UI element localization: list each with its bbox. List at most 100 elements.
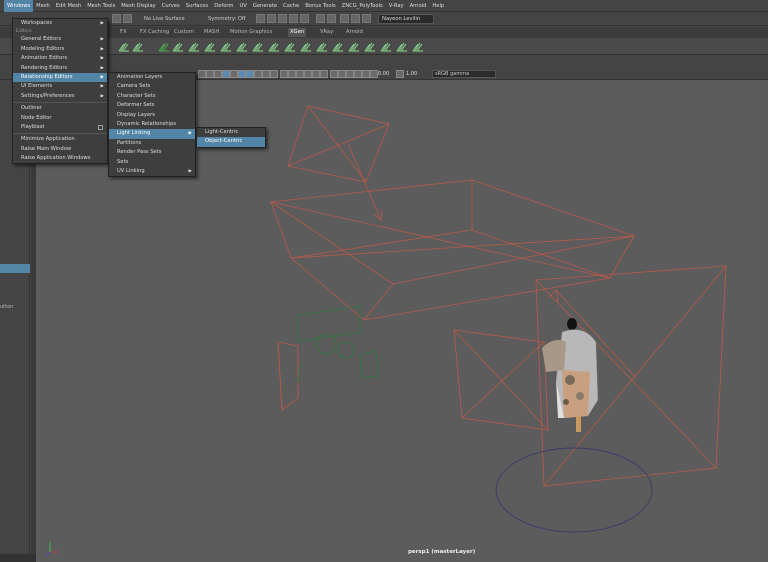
menu-item-render-pass-sets[interactable]: Render Pass Sets [109, 148, 195, 157]
xgen-tool-icon[interactable] [380, 40, 392, 52]
menu-item-raise-main-window[interactable]: Raise Main Window [13, 145, 107, 154]
menu-edit-mesh[interactable]: Edit Mesh [53, 0, 84, 12]
menu-item-sets[interactable]: Sets [109, 158, 195, 167]
menu-item-workspaces[interactable]: Workspaces ▶ [13, 19, 107, 28]
xgen-tool-icon[interactable] [172, 40, 184, 52]
viewport-option-icon[interactable] [280, 70, 288, 78]
xgen-tool-icon[interactable] [220, 40, 232, 52]
xgen-tool-icon[interactable] [396, 40, 408, 52]
shelf-tab-vray[interactable]: VRay [318, 28, 335, 37]
viewport-option-icon[interactable] [320, 70, 328, 78]
shelf-tab-arnold[interactable]: Arnold [344, 28, 365, 37]
live-surface-field[interactable]: No Live Surface [144, 14, 185, 24]
menu-surfaces[interactable]: Surfaces [183, 0, 211, 12]
viewport-option-icon[interactable] [346, 70, 354, 78]
menu-item-dynamic-relationships[interactable]: Dynamic Relationships [109, 120, 195, 129]
viewport-option-icon[interactable] [354, 70, 362, 78]
menu-uv[interactable]: UV [236, 0, 249, 12]
menu-item-modeling-editors[interactable]: Modeling Editors ▶ [13, 45, 107, 54]
menu-item-general-editors[interactable]: General Editors ▶ [13, 35, 107, 44]
menu-item-ui-elements[interactable]: UI Elements ▶ [13, 82, 107, 91]
menu-mesh-display[interactable]: Mesh Display [118, 0, 158, 12]
xgen-tool-icon[interactable] [412, 40, 424, 52]
render-icon[interactable] [256, 14, 265, 23]
xgen-tool-icon[interactable] [284, 40, 296, 52]
xgen-tool-icon[interactable] [118, 40, 130, 52]
area-light-icon[interactable] [453, 329, 549, 431]
viewport-option-icon[interactable] [254, 70, 262, 78]
shelf-tab-custom[interactable]: Custom [172, 28, 196, 37]
menu-cache[interactable]: Cache [280, 0, 302, 12]
menu-item-minimize-application[interactable]: Minimize Application [13, 135, 107, 144]
viewport-option-icon[interactable] [238, 70, 246, 78]
play-icon[interactable] [340, 14, 349, 23]
menu-windows[interactable]: Windows [4, 0, 34, 12]
menu-item-deformer-sets[interactable]: Deformer Sets [109, 101, 195, 110]
render-settings-icon[interactable] [289, 14, 298, 23]
menu-item-animation-editors[interactable]: Animation Editors ▶ [13, 54, 107, 63]
xgen-tool-icon[interactable] [268, 40, 280, 52]
menu-item-node-editor[interactable]: Node Editor [13, 114, 107, 123]
viewport-option-icon[interactable] [246, 70, 254, 78]
viewport-option-icon[interactable] [338, 70, 346, 78]
xgen-tool-icon[interactable] [300, 40, 312, 52]
viewport-option-icon[interactable] [214, 70, 222, 78]
xgen-tool-icon[interactable] [252, 40, 264, 52]
menu-item-rendering-editors[interactable]: Rendering Editors ▶ [13, 64, 107, 73]
menu-mesh-tools[interactable]: Mesh Tools [84, 0, 118, 12]
shelf-tab-xgen[interactable]: XGen [288, 28, 307, 37]
viewport-option-icon[interactable] [370, 70, 378, 78]
shelf-tab-motion-graphics[interactable]: Motion Graphics [228, 28, 274, 37]
shelf-tab-fx[interactable]: FX [118, 28, 129, 37]
symmetry-dropdown[interactable]: Symmetry: Off [208, 14, 246, 24]
xgen-tool-icon[interactable] [316, 40, 328, 52]
xgen-tool-icon[interactable] [332, 40, 344, 52]
xgen-tool-icon[interactable] [364, 40, 376, 52]
snap-icon[interactable] [112, 14, 121, 23]
render-icon[interactable] [267, 14, 276, 23]
viewport-option-icon[interactable] [198, 70, 206, 78]
menu-item-partitions[interactable]: Partitions [109, 139, 195, 148]
menu-generate[interactable]: Generate [250, 0, 280, 12]
menu-item-outliner[interactable]: Outliner [13, 104, 107, 113]
viewport-option-icon[interactable] [270, 70, 278, 78]
character-model[interactable] [542, 318, 599, 432]
area-light-icon[interactable] [287, 105, 390, 221]
area-light-icon[interactable] [269, 179, 636, 321]
shelf-tab-fx-caching[interactable]: FX Caching [138, 28, 171, 37]
menu-item-display-layers[interactable]: Display Layers [109, 111, 195, 120]
menu-zncg-polytools[interactable]: ZNCG_PolyTools [339, 0, 386, 12]
viewport-option-icon[interactable] [206, 70, 214, 78]
stop-icon[interactable] [362, 14, 371, 23]
menu-bonus-tools[interactable]: Bonus Tools [302, 0, 338, 12]
menu-mesh[interactable]: Mesh [33, 0, 53, 12]
menu-item-light-linking[interactable]: Light Linking ▶ [109, 129, 195, 139]
viewport-option-icon[interactable] [230, 70, 238, 78]
menu-item-raise-application-windows[interactable]: Raise Application Windows [13, 154, 107, 163]
viewport-option-icon[interactable] [330, 70, 338, 78]
xgen-tool-icon[interactable] [132, 40, 144, 52]
viewport-option-icon[interactable] [304, 70, 312, 78]
viewport-option-icon[interactable] [222, 70, 230, 78]
menu-item-uv-linking[interactable]: UV Linking ▶ [109, 167, 195, 176]
exposure-field[interactable]: 0.00 [378, 70, 389, 78]
viewport-option-icon[interactable] [362, 70, 370, 78]
viewport-option-icon[interactable] [396, 70, 404, 78]
render-view-icon[interactable] [316, 14, 325, 23]
menu-v-ray[interactable]: V-Ray [386, 0, 407, 12]
menu-item-light-centric[interactable]: Light-Centric [197, 128, 265, 137]
selected-tool-row[interactable] [0, 264, 30, 273]
menu-help[interactable]: Help [429, 0, 447, 12]
gamma-field[interactable]: 1.00 [406, 70, 417, 78]
menu-item-playblast[interactable]: Playblast [13, 123, 107, 132]
viewport-option-icon[interactable] [288, 70, 296, 78]
menu-arnold[interactable]: Arnold [407, 0, 430, 12]
xgen-tool-icon[interactable] [188, 40, 200, 52]
menu-item-object-centric[interactable]: Object-Centric [197, 137, 265, 147]
menu-deform[interactable]: Deform [211, 0, 236, 12]
viewport-option-icon[interactable] [296, 70, 304, 78]
snap-icon[interactable] [123, 14, 132, 23]
color-space-dropdown[interactable]: sRGB gamma [432, 70, 496, 78]
xgen-tool-icon[interactable] [348, 40, 360, 52]
menu-item-character-sets[interactable]: Character Sets [109, 92, 195, 101]
